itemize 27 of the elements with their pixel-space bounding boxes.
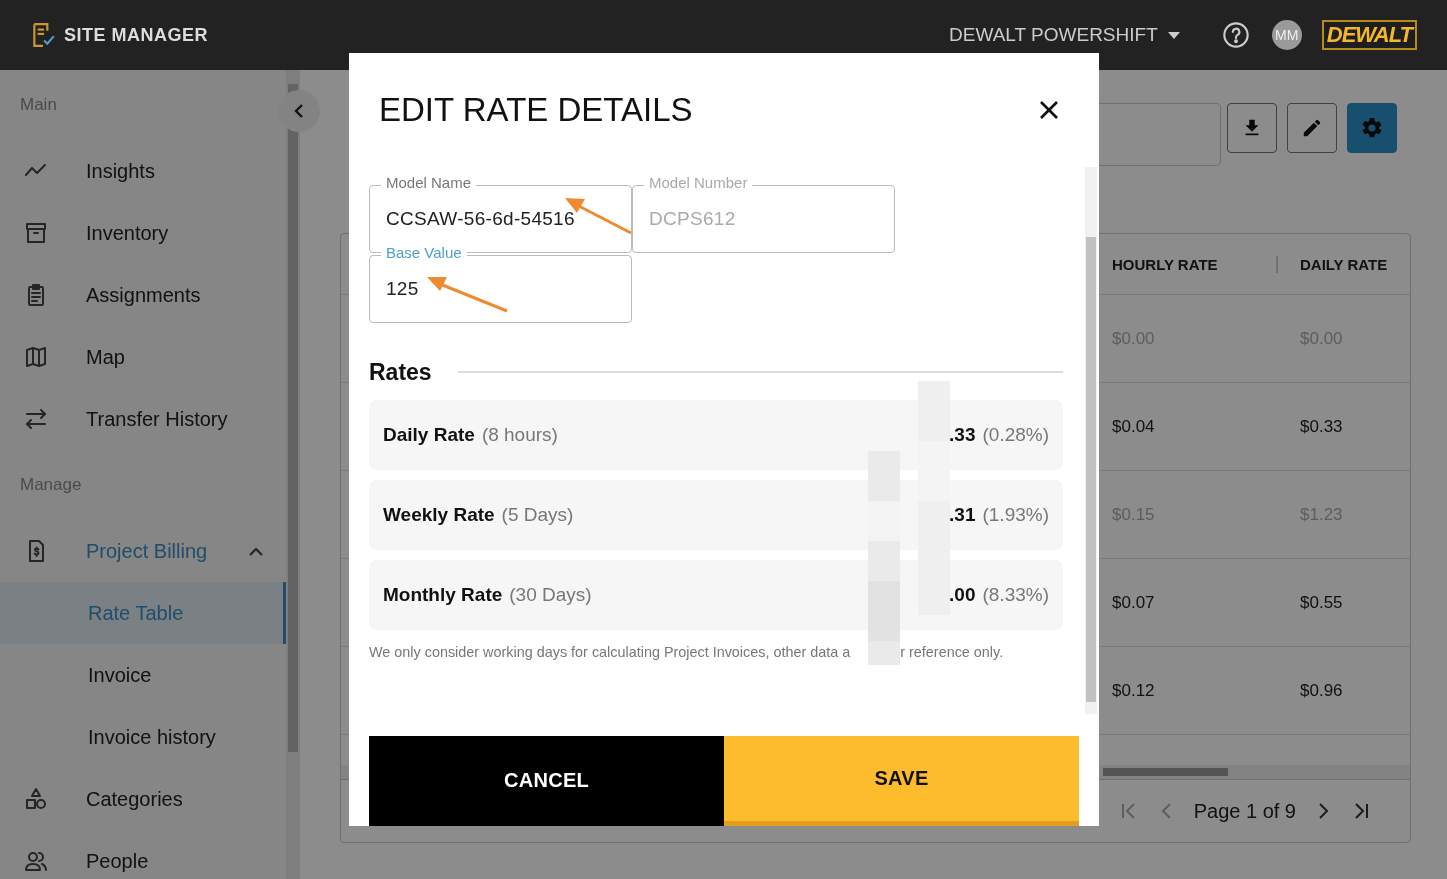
- table-cell-text: $0.04: [1112, 416, 1156, 437]
- rate-name: Monthly Rate: [383, 583, 503, 606]
- rate-amount: .33: [949, 423, 976, 446]
- table-cell-text: $0.07: [1112, 592, 1156, 613]
- table-cell-text: $0.12: [1112, 680, 1156, 701]
- rate-name: Weekly Rate: [383, 503, 495, 526]
- table-cell-text: $0.33: [1300, 416, 1344, 437]
- rate-percent: (1.93%): [982, 503, 1049, 526]
- section-heading: Rates: [369, 358, 432, 386]
- section-heading: Main: [19, 94, 58, 116]
- info-note: r reference only.: [900, 643, 1004, 660]
- rate-name: Daily Rate: [383, 423, 475, 446]
- rate-percent: (0.28%): [982, 423, 1049, 446]
- page-indicator: Page 1 of 9: [1193, 799, 1296, 823]
- rate-period: (30 Days): [509, 583, 592, 606]
- dialog-title: EDIT RATE DETAILS: [379, 90, 693, 129]
- rate-period: (5 Days): [501, 503, 574, 526]
- section-heading: Manage: [19, 474, 83, 496]
- rate-amount: .31: [949, 503, 976, 526]
- rate-percent: (8.33%): [982, 583, 1049, 606]
- info-note: We only consider working days for calculating Project Invoices, other data a: [369, 643, 851, 660]
- rate-amount: .00: [949, 583, 976, 606]
- rate-period: (8 hours): [481, 423, 558, 446]
- table-cell-text: $0.96: [1300, 680, 1344, 701]
- table-cell-text: $0.55: [1300, 592, 1344, 613]
- brand-logo: DEWALT: [1321, 20, 1417, 50]
- app-title: SITE MANAGER: [64, 24, 208, 46]
